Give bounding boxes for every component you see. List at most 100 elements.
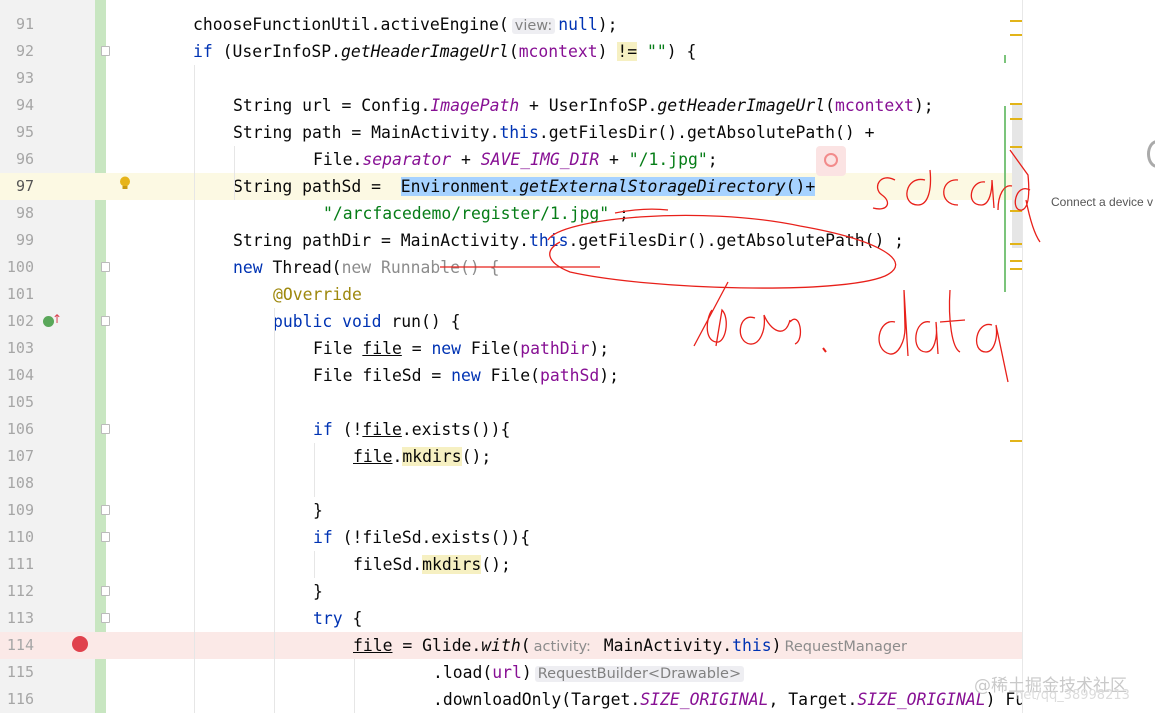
code-text[interactable]: if (!fileSd.exists()){	[313, 528, 530, 547]
fold-icon[interactable]	[101, 613, 110, 623]
line-number[interactable]: 94	[0, 96, 34, 115]
code-line[interactable]: 101 @Override	[0, 281, 1022, 308]
code-line[interactable]: 95 String path = MainActivity.this.getFil…	[0, 119, 1022, 146]
code-text[interactable]: String url = Config.ImagePath + UserInfo…	[233, 96, 934, 115]
line-number[interactable]: 113	[0, 609, 34, 628]
code-text[interactable]: File fileSd = new File(pathSd);	[313, 366, 619, 385]
line-number[interactable]: 91	[0, 15, 34, 34]
code-line[interactable]: 104 File fileSd = new File(pathSd);	[0, 362, 1022, 389]
fold-icon[interactable]	[101, 586, 110, 596]
code-line[interactable]: 91 chooseFunctionUtil.activeEngine(view: n…	[0, 11, 1022, 38]
code-editor[interactable]: 91 chooseFunctionUtil.activeEngine(view: n…	[0, 0, 1022, 713]
code-text[interactable]: File file = new File(pathDir);	[313, 339, 609, 358]
code-line[interactable]: 114 file = Glide.with(activity: MainActiv…	[0, 632, 1022, 659]
code-line[interactable]: 96 File.separator + SAVE_IMG_DIR + "/1.jp…	[0, 146, 1022, 173]
line-number[interactable]: 101	[0, 285, 34, 304]
line-number[interactable]: 96	[0, 150, 34, 169]
code-line[interactable]: 115 .load(url) RequestBuilder<Drawable>	[0, 659, 1022, 686]
line-number[interactable]: 102	[0, 312, 34, 331]
code-text[interactable]: try {	[313, 609, 362, 628]
breakpoint-icon[interactable]	[72, 636, 88, 652]
code-text[interactable]: new Thread(new Runnable() {	[233, 258, 499, 277]
code-line[interactable]: 99 String pathDir = MainActivity.this.get…	[0, 227, 1022, 254]
code-line[interactable]: 107 file.mkdirs();	[0, 443, 1022, 470]
code-line[interactable]: 108	[0, 470, 1022, 497]
line-number[interactable]: 111	[0, 555, 34, 574]
code-text[interactable]: File.separator + SAVE_IMG_DIR + "/1.jpg"…	[313, 150, 718, 169]
code-text[interactable]: file.mkdirs();	[353, 447, 491, 466]
code-text[interactable]: public void run() {	[273, 312, 461, 331]
code-text[interactable]: @Override	[273, 285, 362, 304]
code-text[interactable]: file = Glide.with(activity: MainActivity…	[353, 636, 910, 657]
warning-stripe[interactable]	[1010, 210, 1022, 212]
line-number[interactable]: 105	[0, 393, 34, 412]
code-line[interactable]: 109}	[0, 497, 1022, 524]
warning-stripe[interactable]	[1010, 20, 1022, 22]
warning-stripe[interactable]	[1010, 243, 1022, 245]
code-text[interactable]: String pathSd = Environment.getExternalS…	[233, 177, 816, 196]
line-number[interactable]: 108	[0, 474, 34, 493]
code-text[interactable]: chooseFunctionUtil.activeEngine(view: nul…	[193, 15, 618, 36]
line-number[interactable]: 115	[0, 663, 34, 682]
fold-icon[interactable]	[101, 532, 110, 542]
search-icon[interactable]	[816, 146, 846, 176]
code-text[interactable]: .downloadOnly(Target.SIZE_ORIGINAL, Targ…	[433, 690, 1022, 709]
code-line[interactable]: 103 File file = new File(pathDir);	[0, 335, 1022, 362]
line-number[interactable]: 100	[0, 258, 34, 277]
line-number[interactable]: 92	[0, 42, 34, 61]
code-text[interactable]: }	[313, 582, 323, 601]
line-number[interactable]: 98	[0, 204, 34, 223]
warning-stripe[interactable]	[1010, 118, 1022, 120]
line-number[interactable]: 112	[0, 582, 34, 601]
line-number[interactable]: 109	[0, 501, 34, 520]
editor-scrollbar[interactable]	[1004, 0, 1022, 713]
line-number[interactable]: 116	[0, 690, 34, 709]
code-line[interactable]: 113 try {	[0, 605, 1022, 632]
intention-bulb-icon[interactable]	[119, 176, 131, 191]
fold-icon[interactable]	[101, 505, 110, 515]
connect-device-text[interactable]: Connect a device v	[1051, 195, 1153, 209]
warning-stripe[interactable]	[1010, 260, 1022, 262]
code-line[interactable]: 93	[0, 65, 1022, 92]
code-line[interactable]: 92 if (UserInfoSP.getHeaderImageUrl(mcont…	[0, 38, 1022, 65]
code-line[interactable]: 112}	[0, 578, 1022, 605]
code-text[interactable]: String path = MainActivity.this.getFiles…	[233, 123, 874, 142]
code-line[interactable]: 116 .downloadOnly(Target.SIZE_ORIGINAL, T…	[0, 686, 1022, 713]
warning-stripe[interactable]	[1010, 440, 1022, 442]
code-line[interactable]: 110 if (!fileSd.exists()){	[0, 524, 1022, 551]
line-number[interactable]: 97	[0, 177, 34, 196]
fold-icon[interactable]	[101, 424, 110, 434]
line-number[interactable]: 103	[0, 339, 34, 358]
code-line[interactable]: 97 String pathSd = Environment.getExterna…	[0, 173, 1022, 200]
warning-stripe[interactable]	[1010, 34, 1022, 36]
fold-icon[interactable]	[101, 262, 110, 272]
line-number[interactable]: 106	[0, 420, 34, 439]
line-number[interactable]: 104	[0, 366, 34, 385]
code-text[interactable]: if (UserInfoSP.getHeaderImageUrl(mcontex…	[193, 42, 696, 61]
code-text[interactable]: String pathDir = MainActivity.this.getFi…	[233, 231, 904, 250]
code-line[interactable]: 94 String url = Config.ImagePath + UserIn…	[0, 92, 1022, 119]
line-number[interactable]: 114	[0, 636, 34, 655]
code-text[interactable]: }	[313, 501, 323, 520]
line-number[interactable]: 99	[0, 231, 34, 250]
warning-stripe[interactable]	[1010, 146, 1022, 148]
gear-icon[interactable]	[1147, 140, 1155, 168]
line-number[interactable]: 93	[0, 69, 34, 88]
scrollbar-thumb[interactable]	[1012, 103, 1022, 248]
warning-stripe[interactable]	[1010, 103, 1022, 105]
warning-stripe[interactable]	[1010, 268, 1022, 270]
code-line[interactable]: 111 fileSd.mkdirs();	[0, 551, 1022, 578]
line-number[interactable]: 110	[0, 528, 34, 547]
line-number[interactable]: 107	[0, 447, 34, 466]
code-line[interactable]: 105	[0, 389, 1022, 416]
code-line[interactable]: 106 if (!file.exists()){	[0, 416, 1022, 443]
fold-icon[interactable]	[101, 46, 110, 56]
code-text[interactable]: fileSd.mkdirs();	[353, 555, 511, 574]
code-text[interactable]: .load(url) RequestBuilder<Drawable>	[433, 663, 747, 684]
code-line[interactable]: 100 new Thread(new Runnable() {	[0, 254, 1022, 281]
code-text[interactable]: "/arcfacedemo/register/1.jpg" ;	[323, 204, 629, 223]
line-number[interactable]: 95	[0, 123, 34, 142]
fold-icon[interactable]	[101, 316, 110, 326]
code-line[interactable]: 98 "/arcfacedemo/register/1.jpg" ;	[0, 200, 1022, 227]
code-text[interactable]: if (!file.exists()){	[313, 420, 510, 439]
